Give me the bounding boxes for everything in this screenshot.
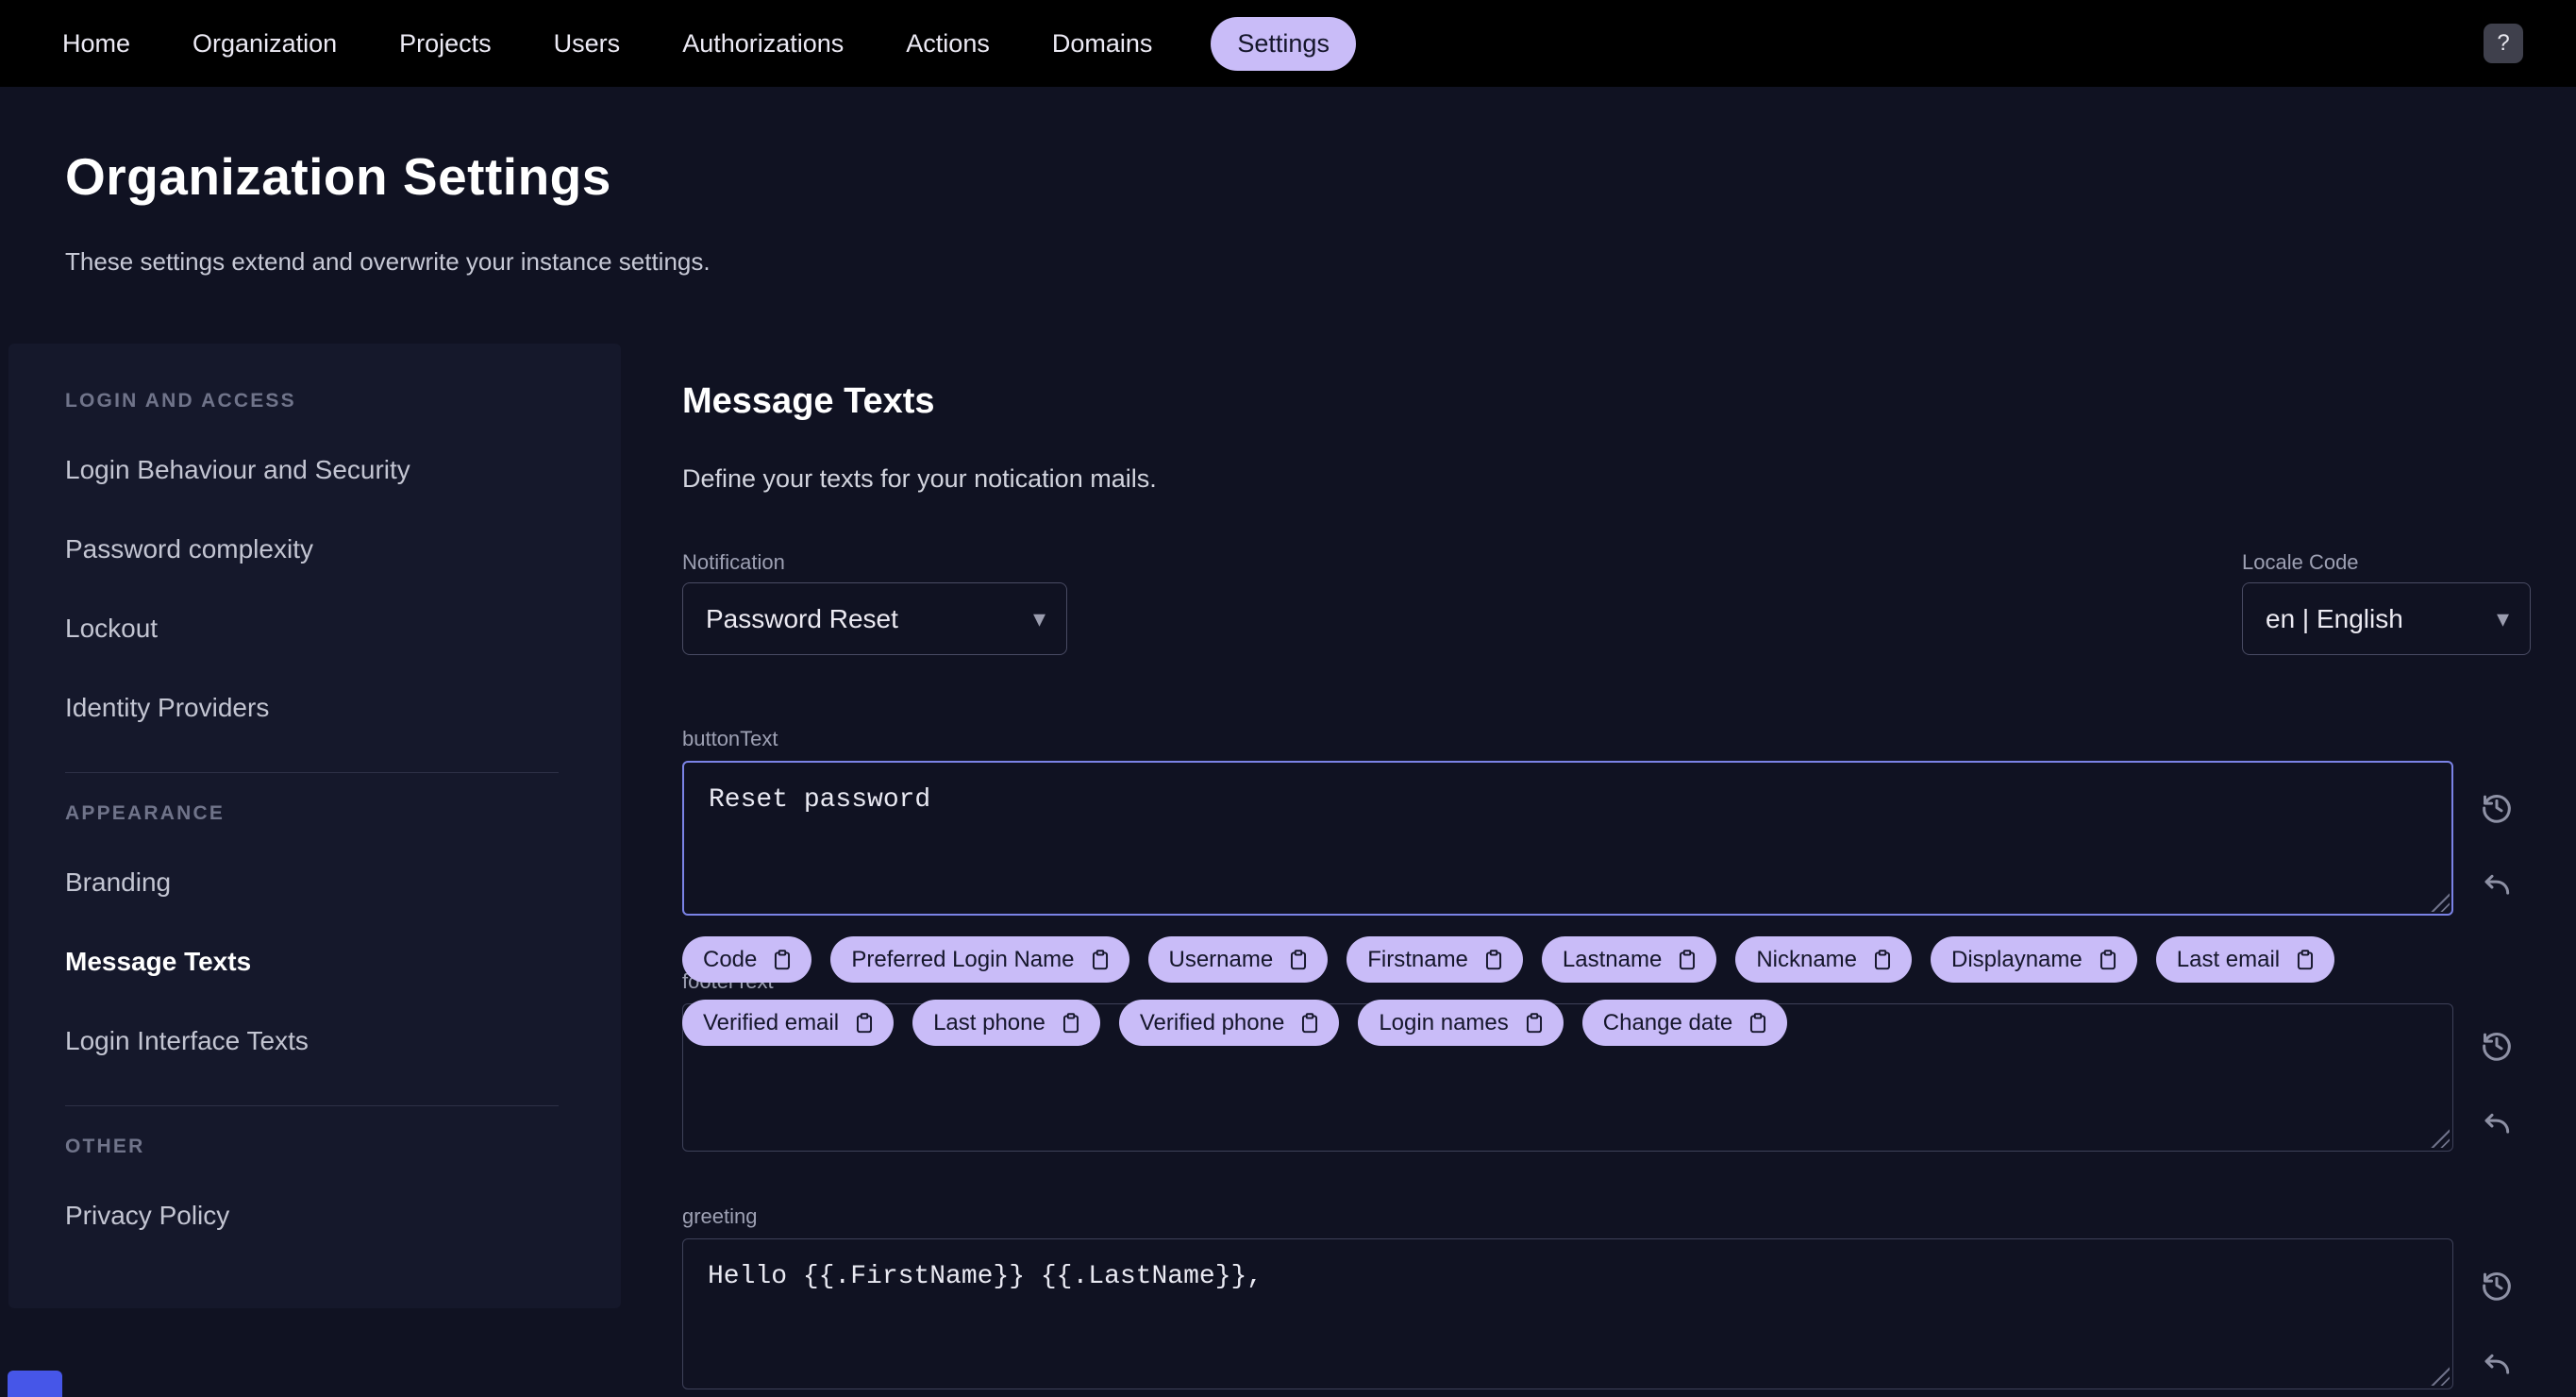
sidebar-heading-other: OTHER bbox=[65, 1136, 145, 1157]
chip-change-date[interactable]: Change date bbox=[1581, 1000, 1788, 1046]
clipboard-icon bbox=[1680, 949, 1696, 969]
history-icon bbox=[2483, 1033, 2511, 1061]
settings-sidebar: LOGIN AND ACCESS Login Behaviour and Sec… bbox=[8, 344, 621, 1308]
buttontext-label: buttonText bbox=[682, 727, 778, 750]
clipboard-icon bbox=[1750, 1012, 1766, 1033]
chip-label: Code bbox=[703, 946, 758, 972]
sidebar-item-password-complexity[interactable]: Password complexity bbox=[65, 510, 583, 589]
chip-row: Verified email Last phone Verified phone… bbox=[682, 1000, 2334, 1046]
chip-label: Login names bbox=[1379, 1009, 1509, 1035]
nav-actions[interactable]: Actions bbox=[902, 18, 994, 70]
clipboard-icon bbox=[1874, 949, 1891, 969]
section-description: Define your texts for your notication ma… bbox=[682, 464, 1157, 493]
greeting-label: greeting bbox=[682, 1204, 758, 1228]
chip-row: Code Preferred Login Name Username First… bbox=[682, 936, 2335, 983]
sidebar-heading-appearance: APPEARANCE bbox=[65, 802, 226, 824]
sidebar-item-branding[interactable]: Branding bbox=[65, 843, 583, 922]
nav-projects[interactable]: Projects bbox=[395, 18, 495, 70]
help-button[interactable]: ? bbox=[2484, 24, 2523, 63]
chevron-down-icon: ▾ bbox=[2496, 604, 2509, 632]
top-nav: Home Organization Projects Users Authori… bbox=[0, 0, 2576, 87]
sidebar-item-privacy-policy[interactable]: Privacy Policy bbox=[65, 1176, 583, 1255]
nav-home[interactable]: Home bbox=[59, 18, 134, 70]
history-icon bbox=[2483, 795, 2511, 823]
chip-label: Preferred Login Name bbox=[851, 946, 1075, 972]
notification-select[interactable]: Password Reset ▾ bbox=[682, 582, 1067, 655]
placeholder-chips: Code Preferred Login Name Username First… bbox=[682, 936, 2335, 1046]
chip-preferred-login-name[interactable]: Preferred Login Name bbox=[830, 936, 1129, 983]
notification-selected-value: Password Reset bbox=[706, 603, 898, 633]
chip-label: Last phone bbox=[933, 1009, 1045, 1035]
chip-verified-phone[interactable]: Verified phone bbox=[1118, 1000, 1340, 1046]
section-title: Message Texts bbox=[682, 381, 935, 421]
sidebar-item-lockout[interactable]: Lockout bbox=[65, 589, 583, 668]
locale-code-label: Locale Code bbox=[2242, 550, 2359, 574]
buttontext-textarea[interactable]: Reset password bbox=[682, 761, 2453, 916]
nav-organization[interactable]: Organization bbox=[189, 18, 341, 70]
clipboard-icon bbox=[1526, 1012, 1542, 1033]
nav-authorizations[interactable]: Authorizations bbox=[678, 18, 847, 70]
undo-button[interactable] bbox=[2474, 862, 2519, 907]
nav-settings[interactable]: Settings bbox=[1211, 16, 1356, 71]
chip-label: Verified phone bbox=[1139, 1009, 1285, 1035]
chip-username[interactable]: Username bbox=[1147, 936, 1329, 983]
chip-label: Last email bbox=[2176, 946, 2281, 972]
notification-label: Notification bbox=[682, 550, 785, 574]
chip-label: Nickname bbox=[1756, 946, 1858, 972]
sidebar-item-login-behaviour-and-security[interactable]: Login Behaviour and Security bbox=[65, 430, 583, 510]
corner-accent bbox=[8, 1371, 62, 1397]
restore-default-button[interactable] bbox=[2474, 784, 2519, 830]
undo-arrow-icon bbox=[2484, 874, 2510, 895]
chip-last-phone[interactable]: Last phone bbox=[912, 1000, 1100, 1046]
chevron-down-icon: ▾ bbox=[1032, 604, 1045, 632]
chip-firstname[interactable]: Firstname bbox=[1347, 936, 1523, 983]
nav-users[interactable]: Users bbox=[550, 18, 625, 70]
restore-default-button[interactable] bbox=[2474, 1262, 2519, 1307]
clipboard-icon bbox=[775, 949, 791, 969]
chip-login-names[interactable]: Login names bbox=[1358, 1000, 1564, 1046]
chip-lastname[interactable]: Lastname bbox=[1541, 936, 1717, 983]
chip-label: Verified email bbox=[703, 1009, 840, 1035]
chip-code[interactable]: Code bbox=[682, 936, 812, 983]
chip-label: Displayname bbox=[1951, 946, 2083, 972]
undo-arrow-icon bbox=[2484, 1354, 2510, 1374]
sidebar-heading-login-and-access: LOGIN AND ACCESS bbox=[65, 390, 296, 412]
main-nav: Home Organization Projects Users Authori… bbox=[59, 16, 2484, 71]
sidebar-item-message-texts[interactable]: Message Texts bbox=[65, 922, 583, 1001]
sidebar-item-login-interface-texts[interactable]: Login Interface Texts bbox=[65, 1001, 583, 1081]
nav-domains[interactable]: Domains bbox=[1048, 18, 1157, 70]
chip-nickname[interactable]: Nickname bbox=[1735, 936, 1913, 983]
locale-select[interactable]: en | English ▾ bbox=[2242, 582, 2531, 655]
clipboard-icon bbox=[1092, 949, 1108, 969]
chip-label: Username bbox=[1168, 946, 1274, 972]
undo-arrow-icon bbox=[2484, 1113, 2510, 1134]
clipboard-icon bbox=[2298, 949, 2314, 969]
chip-label: Lastname bbox=[1562, 946, 1663, 972]
page-title: Organization Settings bbox=[65, 147, 611, 206]
clipboard-icon bbox=[1485, 949, 1501, 969]
history-icon bbox=[2483, 1272, 2511, 1301]
undo-button[interactable] bbox=[2474, 1101, 2519, 1146]
clipboard-icon bbox=[1062, 1012, 1079, 1033]
restore-default-button[interactable] bbox=[2474, 1022, 2519, 1068]
greeting-textarea[interactable]: Hello {{.FirstName}} {{.LastName}}, bbox=[682, 1238, 2453, 1389]
chip-label: Change date bbox=[1602, 1009, 1733, 1035]
sidebar-divider bbox=[65, 772, 559, 773]
sidebar-divider bbox=[65, 1105, 559, 1106]
undo-button[interactable] bbox=[2474, 1341, 2519, 1387]
clipboard-icon bbox=[1302, 1012, 1318, 1033]
clipboard-icon bbox=[1291, 949, 1307, 969]
page-subtitle: These settings extend and overwrite your… bbox=[65, 247, 711, 276]
clipboard-icon bbox=[857, 1012, 873, 1033]
chip-displayname[interactable]: Displayname bbox=[1931, 936, 2137, 983]
clipboard-icon bbox=[2099, 949, 2116, 969]
chip-last-email[interactable]: Last email bbox=[2155, 936, 2335, 983]
locale-selected-value: en | English bbox=[2266, 603, 2403, 633]
chip-label: Firstname bbox=[1367, 946, 1468, 972]
sidebar-item-identity-providers[interactable]: Identity Providers bbox=[65, 668, 583, 748]
chip-verified-email[interactable]: Verified email bbox=[682, 1000, 895, 1046]
